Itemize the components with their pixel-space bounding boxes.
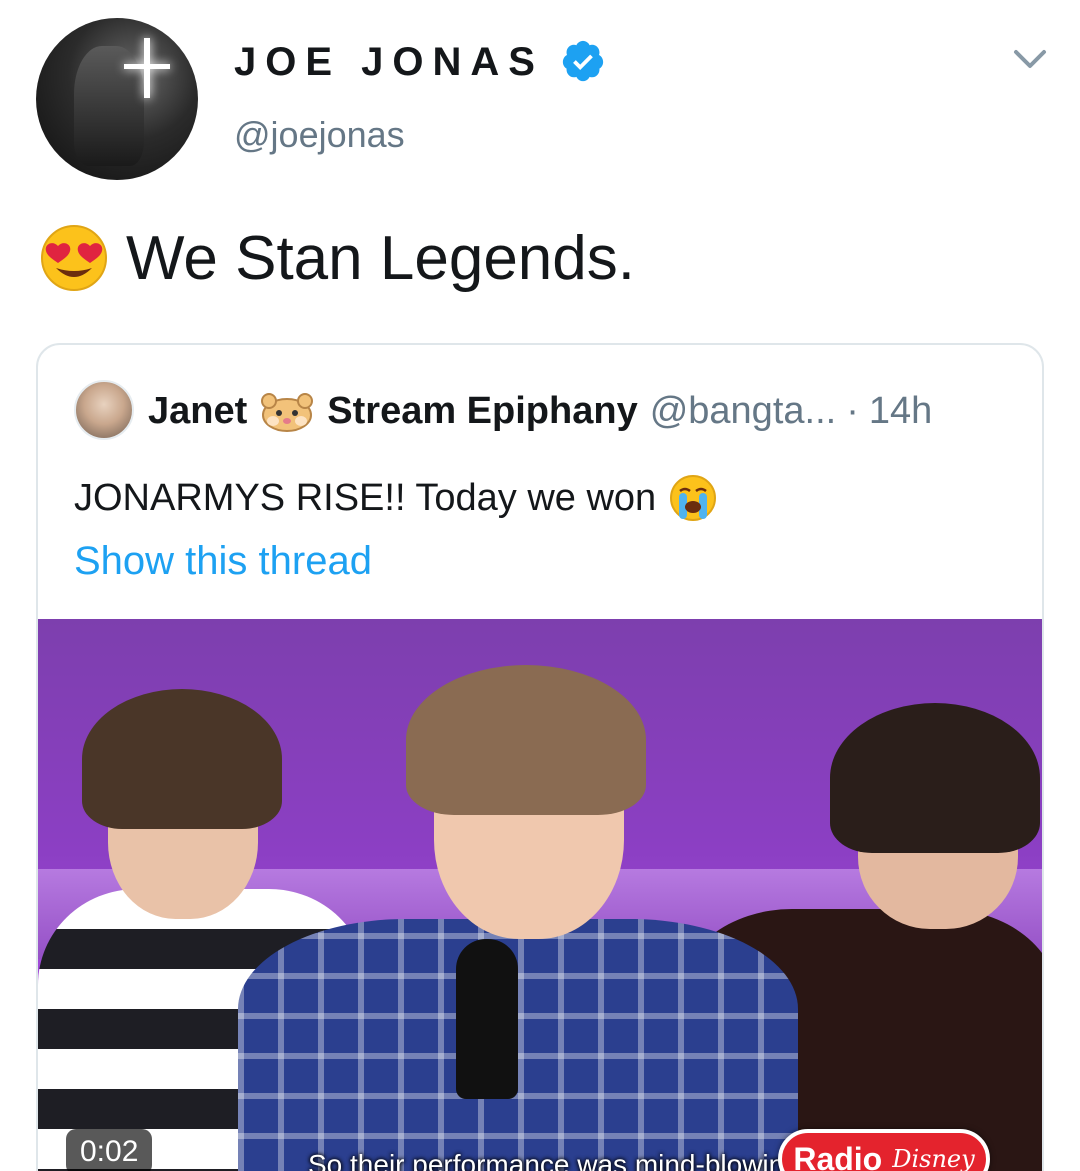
quoted-tweet-header: Janet Stream Epiphany @bangta... · 14h — [148, 389, 932, 433]
radio-disney-logo: Radio Disney — [778, 1129, 990, 1171]
video-person-center-shirt — [238, 919, 798, 1171]
quoted-author-name-suffix[interactable]: Stream Epiphany — [327, 390, 637, 433]
video-person-center-hair — [406, 665, 646, 815]
verified-badge-icon — [562, 40, 604, 82]
quoted-author-name[interactable]: Janet — [148, 390, 247, 433]
quoted-tweet-card[interactable]: Janet Stream Epiphany @bangta... · 14h J… — [36, 343, 1044, 1171]
radio-disney-logo-disney: Disney — [892, 1145, 975, 1171]
quoted-author-handle[interactable]: @bangta... — [650, 390, 836, 433]
quoted-timestamp[interactable]: 14h — [869, 390, 932, 433]
video-player[interactable]: 0:02 So their performance was mind-blowi… — [38, 619, 1042, 1171]
loudly-crying-face-icon — [670, 475, 717, 521]
heart-eyes-emoji-icon — [41, 225, 107, 291]
author-avatar[interactable] — [36, 18, 198, 180]
video-subtitle: So their performance was mind-blowing. — [308, 1149, 808, 1171]
tweet: JOE JONAS @joejonas We Stan Legends. Jan… — [0, 0, 1080, 1171]
video-timer: 0:02 — [66, 1129, 153, 1171]
author-display-name[interactable]: JOE JONAS — [234, 40, 544, 85]
chevron-down-icon[interactable] — [1010, 44, 1050, 74]
radio-disney-logo-radio: Radio — [793, 1140, 883, 1171]
hamster-face-icon — [261, 393, 314, 432]
avatar-flare-horizontal — [124, 64, 170, 69]
microphone — [456, 939, 518, 1099]
author-handle[interactable]: @joejonas — [234, 114, 405, 156]
tweet-text: We Stan Legends. — [38, 222, 635, 294]
quoted-separator: · — [846, 389, 859, 432]
quoted-tweet-text-content: JONARMYS RISE!! Today we won — [74, 476, 657, 519]
quoted-author-avatar[interactable] — [74, 380, 134, 440]
tweet-text-content: We Stan Legends. — [126, 223, 635, 293]
video-person-left-hair — [82, 689, 282, 829]
show-this-thread-link[interactable]: Show this thread — [74, 539, 372, 584]
video-person-right-hair — [830, 703, 1040, 853]
quoted-tweet-text: JONARMYS RISE!! Today we won — [74, 473, 718, 523]
